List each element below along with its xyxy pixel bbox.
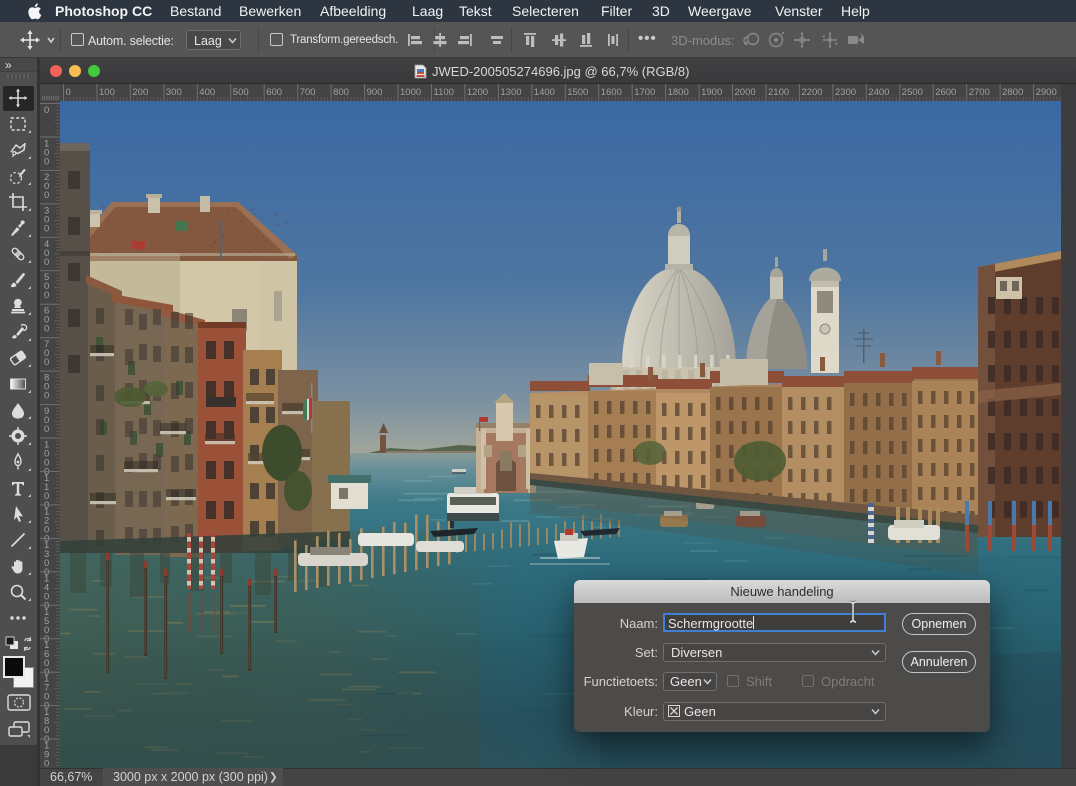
svg-text:700: 700 — [300, 87, 316, 98]
svg-text:200: 200 — [132, 87, 148, 98]
svg-text:1900: 1900 — [701, 87, 722, 98]
svg-text:2600: 2600 — [935, 87, 956, 98]
svg-text:2700: 2700 — [969, 87, 990, 98]
svg-text:1300: 1300 — [500, 87, 521, 98]
svg-text:0: 0 — [66, 87, 71, 98]
svg-text:0: 0 — [44, 391, 49, 402]
svg-text:900: 900 — [367, 87, 383, 98]
svg-text:1100: 1100 — [434, 87, 454, 98]
svg-text:100: 100 — [99, 87, 115, 98]
svg-text:400: 400 — [199, 87, 215, 98]
svg-text:1600: 1600 — [601, 87, 622, 98]
svg-text:0: 0 — [44, 223, 49, 234]
svg-text:2000: 2000 — [735, 87, 756, 98]
svg-text:0: 0 — [44, 424, 49, 435]
svg-text:0: 0 — [44, 357, 49, 368]
svg-text:0: 0 — [44, 257, 49, 268]
svg-text:0: 0 — [44, 290, 49, 301]
svg-text:2800: 2800 — [1002, 87, 1023, 98]
svg-text:2300: 2300 — [835, 87, 856, 98]
svg-text:2400: 2400 — [868, 87, 889, 98]
svg-text:0: 0 — [44, 157, 49, 168]
svg-text:1200: 1200 — [467, 87, 488, 98]
svg-text:1500: 1500 — [567, 87, 588, 98]
svg-text:0: 0 — [44, 190, 49, 201]
svg-text:1700: 1700 — [634, 87, 655, 98]
svg-text:2200: 2200 — [801, 87, 822, 98]
svg-text:1000: 1000 — [400, 87, 421, 98]
svg-text:1800: 1800 — [668, 87, 689, 98]
svg-text:600: 600 — [266, 87, 282, 98]
svg-text:500: 500 — [233, 87, 249, 98]
svg-text:1400: 1400 — [534, 87, 555, 98]
svg-text:2900: 2900 — [1036, 87, 1057, 98]
svg-text:800: 800 — [333, 87, 349, 98]
svg-text:2100: 2100 — [768, 87, 789, 98]
svg-text:0: 0 — [44, 324, 49, 335]
svg-text:300: 300 — [166, 87, 182, 98]
svg-text:0: 0 — [44, 105, 49, 116]
svg-text:2500: 2500 — [902, 87, 923, 98]
